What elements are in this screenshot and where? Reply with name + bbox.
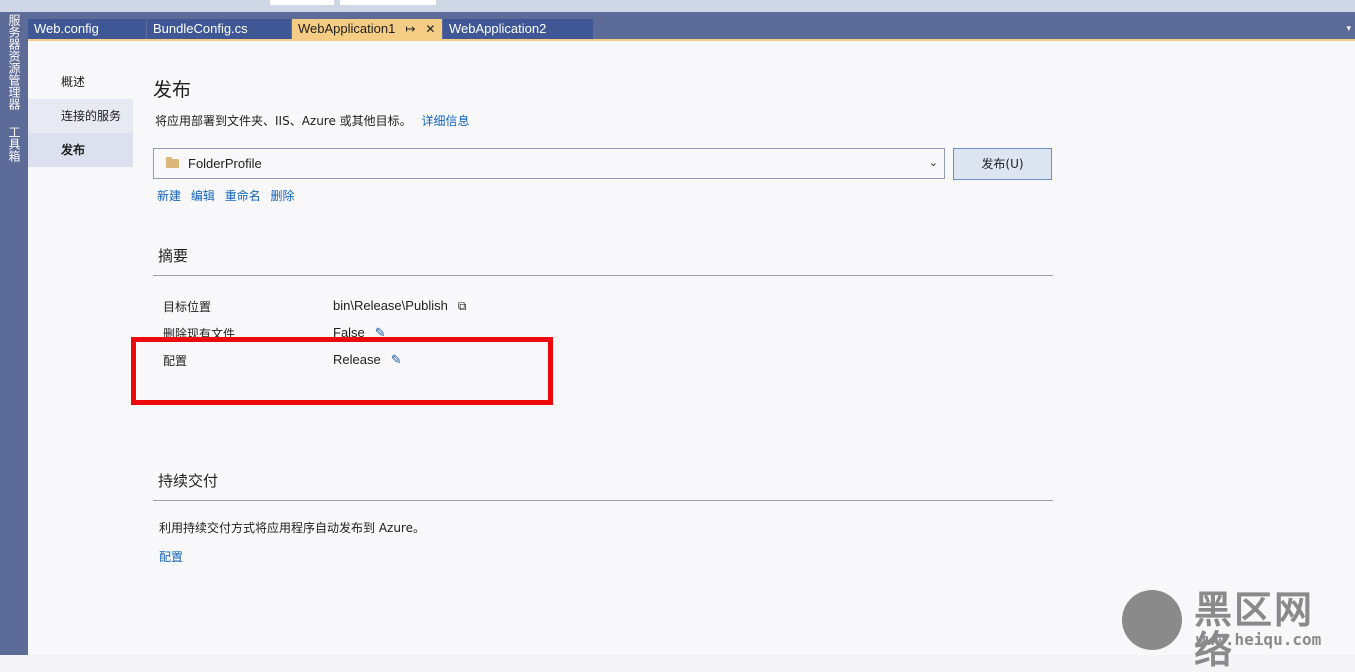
publish-page: 概述 连接的服务 发布 发布 将应用部署到文件夹、IIS、Azure 或其他目标… bbox=[28, 41, 1355, 655]
toolbox-tab[interactable]: 工具箱 bbox=[6, 126, 22, 162]
edit-profile-link[interactable]: 编辑 bbox=[191, 189, 215, 203]
tab-webapplication2[interactable]: WebApplication2 bbox=[443, 19, 593, 39]
summary-title: 摘要 bbox=[158, 247, 189, 265]
copy-icon[interactable]: ⧉ bbox=[458, 299, 467, 314]
tab-web-config[interactable]: Web.config bbox=[28, 19, 146, 39]
side-nav: 概述 连接的服务 发布 bbox=[28, 65, 133, 167]
summary-value: bin\Release\Publish bbox=[333, 298, 448, 313]
chevron-down-icon: ⌄ bbox=[928, 156, 938, 169]
left-tool-rail: 服务器资源管理器 工具箱 bbox=[0, 12, 28, 655]
summary-divider bbox=[153, 275, 1053, 276]
configure-link[interactable]: 配置 bbox=[159, 548, 183, 565]
summary-label: 目标位置 bbox=[163, 300, 212, 314]
watermark-logo: 黑区网络 www.heiqu.com bbox=[1122, 588, 1352, 670]
tab-label: WebApplication1 bbox=[298, 21, 396, 36]
subtitle-text: 将应用部署到文件夹、IIS、Azure 或其他目标。 bbox=[155, 114, 412, 128]
new-profile-link[interactable]: 新建 bbox=[157, 189, 181, 203]
continuous-delivery-description: 利用持续交付方式将应用程序自动发布到 Azure。 bbox=[159, 521, 425, 535]
tab-label: WebApplication2 bbox=[449, 21, 547, 36]
publish-button[interactable]: 发布(U) bbox=[953, 148, 1052, 180]
continuous-delivery-divider bbox=[153, 500, 1053, 501]
nav-item-publish[interactable]: 发布 bbox=[28, 133, 133, 167]
continuous-delivery-title: 持续交付 bbox=[158, 472, 219, 490]
nav-item-connected-services[interactable]: 连接的服务 bbox=[28, 99, 133, 133]
profile-value: FolderProfile bbox=[188, 156, 262, 171]
mushroom-logo-icon bbox=[1122, 590, 1182, 650]
tab-label: BundleConfig.cs bbox=[153, 21, 248, 36]
nav-item-overview[interactable]: 概述 bbox=[28, 65, 133, 99]
watermark-url: www.heiqu.com bbox=[1196, 630, 1322, 649]
server-explorer-tab[interactable]: 服务器资源管理器 bbox=[6, 14, 22, 110]
tab-webapplication1[interactable]: WebApplication1 ↦ ✕ bbox=[292, 19, 442, 39]
rename-profile-link[interactable]: 重命名 bbox=[225, 189, 261, 203]
summary-row-target-location: 目标位置 bin\Release\Publish ⧉ bbox=[163, 298, 1043, 318]
close-icon[interactable]: ✕ bbox=[425, 19, 435, 39]
page-subtitle: 将应用部署到文件夹、IIS、Azure 或其他目标。 详细信息 bbox=[155, 112, 470, 129]
summary-value-container: bin\Release\Publish ⧉ bbox=[333, 298, 466, 314]
tab-label: Web.config bbox=[34, 21, 99, 36]
page-title: 发布 bbox=[153, 79, 192, 101]
document-tab-bar: Web.config BundleConfig.cs WebApplicatio… bbox=[28, 12, 1355, 39]
highlight-annotation-box bbox=[131, 337, 553, 405]
profile-dropdown[interactable]: FolderProfile ⌄ bbox=[153, 148, 945, 179]
toolbar-item[interactable] bbox=[340, 0, 436, 5]
details-link[interactable]: 详细信息 bbox=[422, 114, 470, 128]
pin-icon[interactable]: ↦ bbox=[405, 19, 415, 39]
folder-icon bbox=[166, 157, 179, 168]
toolbar-item[interactable] bbox=[270, 0, 334, 5]
tab-overflow-chevron-icon[interactable]: ▾ bbox=[1346, 24, 1351, 34]
toolbar-strip bbox=[0, 0, 1355, 12]
delete-profile-link[interactable]: 删除 bbox=[271, 189, 295, 203]
profile-actions: 新建 编辑 重命名 删除 bbox=[157, 187, 301, 204]
tab-bundleconfig[interactable]: BundleConfig.cs bbox=[147, 19, 291, 39]
